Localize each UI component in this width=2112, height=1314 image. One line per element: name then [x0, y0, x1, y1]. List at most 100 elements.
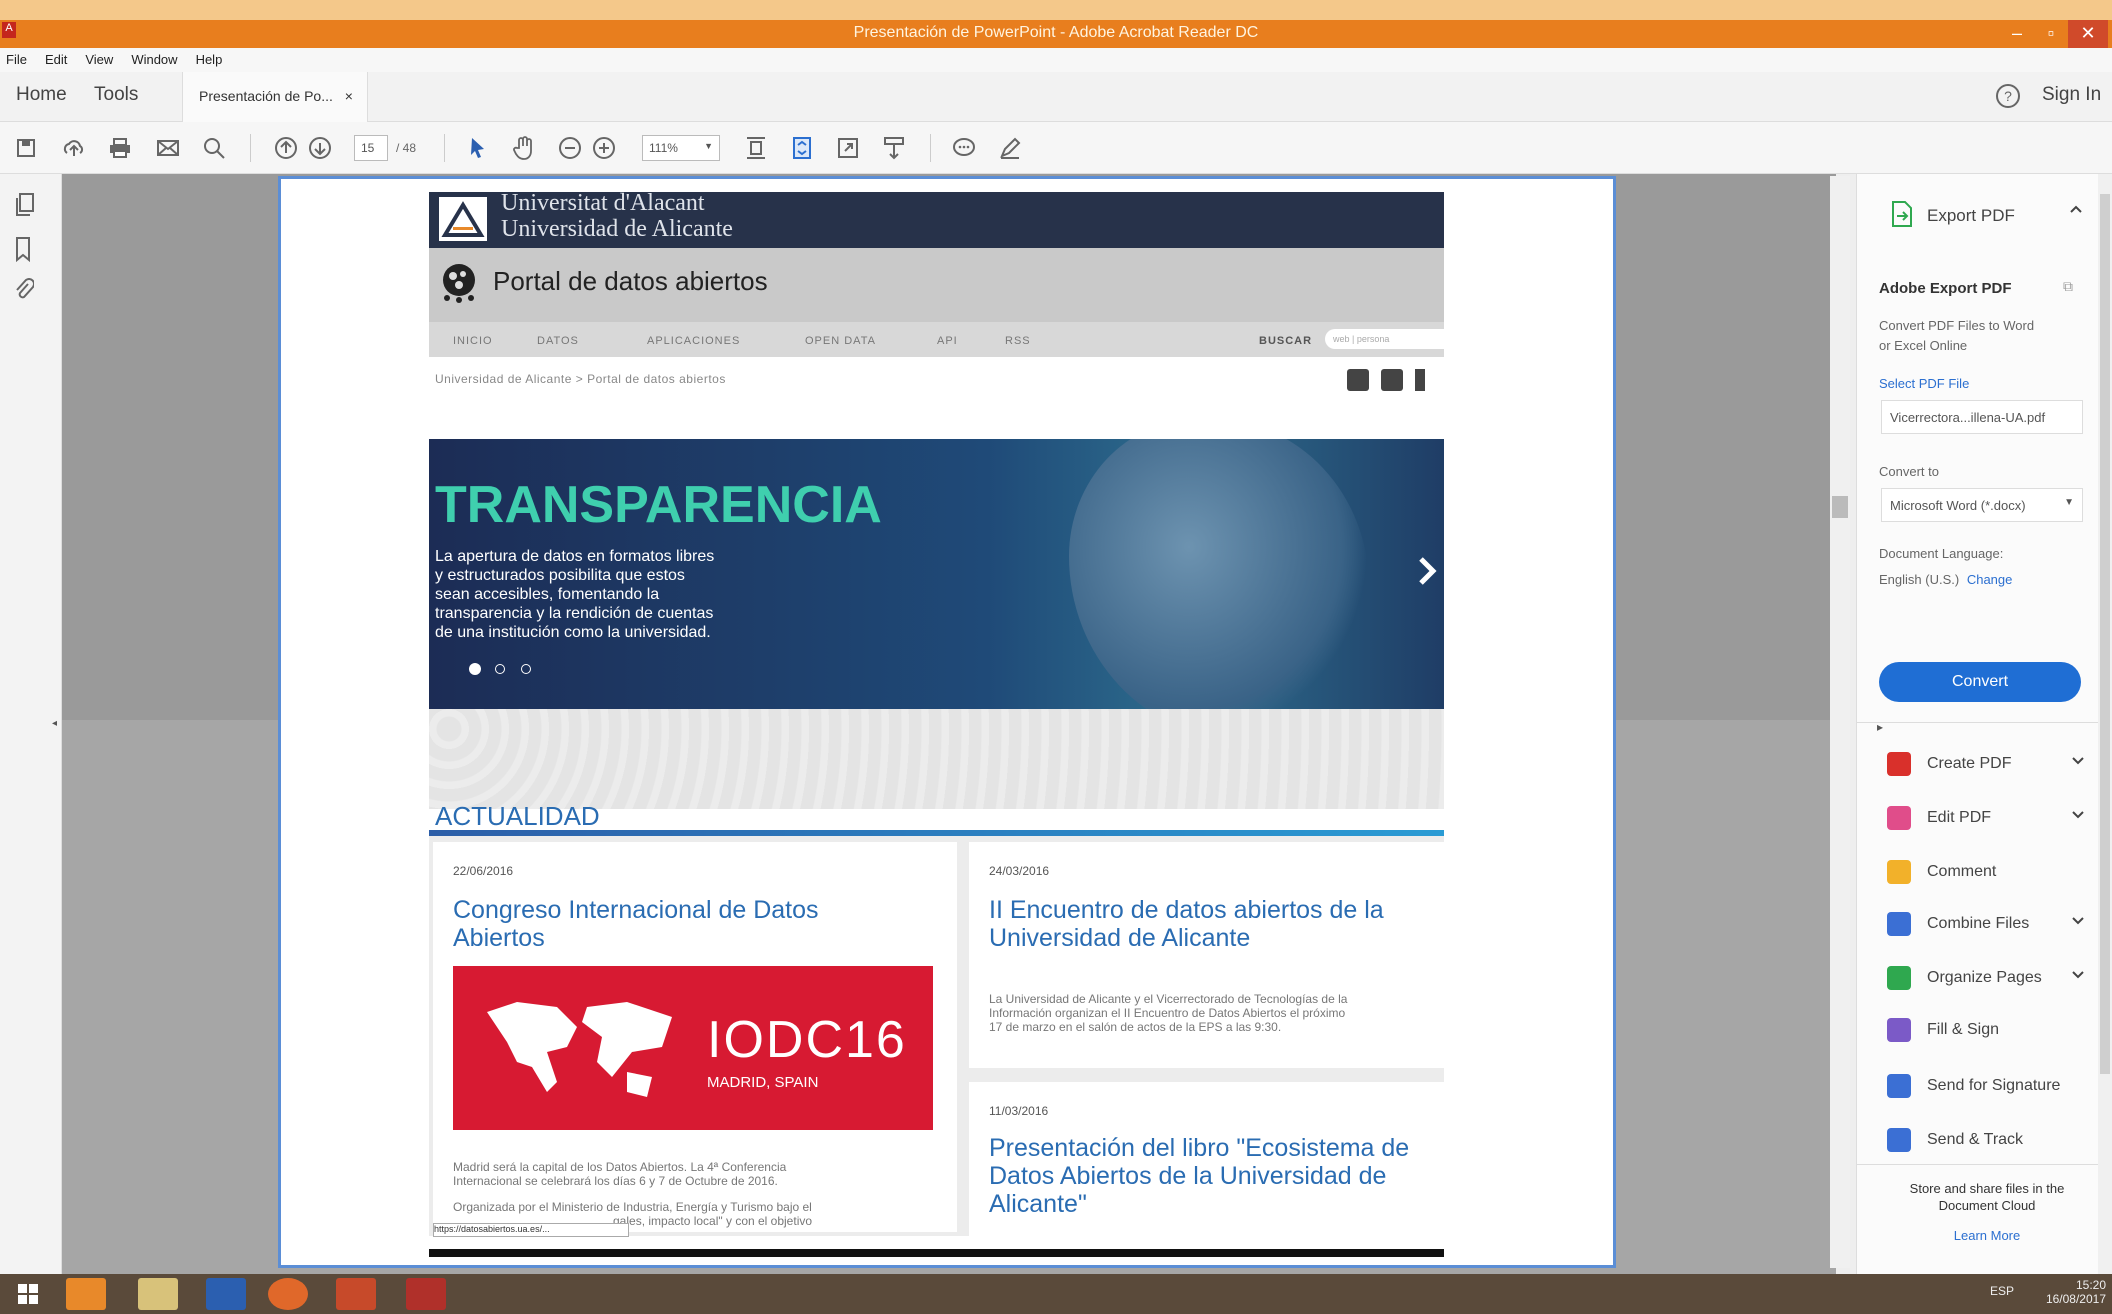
- news-card[interactable]: 11/03/2016 Presentación del libro "Ecosi…: [969, 1082, 1444, 1236]
- fit-page-icon[interactable]: [740, 132, 772, 164]
- upload-cloud-icon[interactable]: [58, 132, 90, 164]
- export-pdf-icon: [1891, 200, 1913, 228]
- tool-send-track[interactable]: Send & Track: [1857, 1122, 2112, 1162]
- print-icon[interactable]: [104, 132, 136, 164]
- nav-api[interactable]: API: [937, 335, 958, 347]
- comment-tool-icon[interactable]: [948, 132, 980, 164]
- save-icon[interactable]: [10, 132, 42, 164]
- carousel-next-arrow-icon[interactable]: [1417, 555, 1437, 587]
- hand-tool-icon[interactable]: [508, 132, 540, 164]
- carousel-dot[interactable]: [495, 664, 505, 674]
- read-mode-icon[interactable]: [878, 132, 910, 164]
- collapse-chevron-up-icon[interactable]: [2069, 204, 2083, 214]
- minimize-button[interactable]: –: [2000, 20, 2034, 48]
- zoom-in-icon[interactable]: [588, 132, 620, 164]
- collapse-left-arrow-icon[interactable]: ◂: [52, 718, 57, 729]
- scrollbar-thumb[interactable]: [1832, 496, 1848, 518]
- firefox-icon[interactable]: [268, 1278, 308, 1310]
- email-icon[interactable]: [152, 132, 184, 164]
- search-icon[interactable]: [198, 132, 230, 164]
- website-search-input[interactable]: web | persona: [1325, 329, 1444, 349]
- selected-file-field[interactable]: Vicerrectora...illena-UA.pdf: [1881, 400, 2083, 434]
- page-thumbnails-icon[interactable]: [14, 192, 42, 220]
- zoom-select[interactable]: 111% ▼: [642, 135, 720, 161]
- tool-create-pdf[interactable]: Create PDF: [1857, 746, 2112, 786]
- calendar-icon[interactable]: [1347, 369, 1369, 391]
- tool-edit-pdf[interactable]: Edit PDF: [1857, 800, 2112, 840]
- powerpoint-icon[interactable]: [336, 1278, 376, 1310]
- share-icon[interactable]: [1415, 369, 1425, 391]
- nav-inicio[interactable]: INICIO: [453, 335, 493, 347]
- windows-taskbar: ESP 15:20 16/08/2017: [0, 1274, 2112, 1314]
- input-language[interactable]: ESP: [1990, 1284, 2014, 1298]
- acrobat-taskbar-icon[interactable]: [406, 1278, 446, 1310]
- news-card[interactable]: 22/06/2016 Congreso Internacional de Dat…: [433, 842, 957, 1232]
- select-pdf-file-link[interactable]: Select PDF File: [1879, 376, 1969, 391]
- tool-comment[interactable]: Comment: [1857, 854, 2112, 894]
- pane-scrollbar[interactable]: [2098, 174, 2112, 1274]
- tool-organize-pages[interactable]: Organize Pages: [1857, 960, 2112, 1000]
- nav-open-data[interactable]: OPEN DATA: [805, 335, 876, 347]
- convert-button[interactable]: Convert: [1879, 662, 2081, 702]
- breadcrumb: Universidad de Alicante > Portal de dato…: [435, 372, 726, 386]
- learn-more-link[interactable]: Learn More: [1877, 1228, 2097, 1243]
- menu-help[interactable]: Help: [196, 52, 223, 68]
- export-pdf-title[interactable]: Export PDF: [1927, 206, 2015, 226]
- page-number-input[interactable]: 15: [354, 135, 388, 161]
- maximize-button[interactable]: ▫: [2034, 20, 2068, 48]
- carousel-dot[interactable]: [521, 664, 531, 674]
- link-status-url: https://datosabiertos.ua.es/...: [433, 1223, 629, 1237]
- sign-in-button[interactable]: Sign In: [2042, 84, 2101, 106]
- help-icon[interactable]: ?: [1996, 84, 2020, 108]
- full-screen-icon[interactable]: [832, 132, 864, 164]
- news-date: 11/03/2016: [989, 1104, 1049, 1118]
- tool-combine-files[interactable]: Combine Files: [1857, 906, 2112, 946]
- close-button[interactable]: ✕: [2068, 20, 2108, 48]
- tab-close-icon[interactable]: ×: [345, 88, 353, 104]
- iodc16-banner-image: IODC16 MADRID, SPAIN: [453, 966, 933, 1130]
- hero-carousel: TRANSPARENCIA La apertura de datos en fo…: [429, 439, 1444, 709]
- tool-fill-sign[interactable]: Fill & Sign: [1857, 1012, 2112, 1052]
- chevron-down-icon[interactable]: [2071, 970, 2085, 980]
- news-card[interactable]: 24/03/2016 II Encuentro de datos abierto…: [969, 842, 1444, 1068]
- tool-send-signature[interactable]: Send for Signature: [1857, 1068, 2112, 1108]
- nav-datos[interactable]: DATOS: [537, 335, 579, 347]
- export-info-icon[interactable]: ⧉: [2063, 278, 2081, 296]
- menu-window[interactable]: Window: [131, 52, 177, 68]
- select-cursor-icon[interactable]: [462, 132, 494, 164]
- news-title[interactable]: II Encuentro de datos abiertos de la Uni…: [989, 896, 1439, 952]
- outlook-icon[interactable]: [66, 1278, 106, 1310]
- windows-start-icon[interactable]: [8, 1278, 48, 1310]
- carousel-dot-active[interactable]: [469, 663, 481, 675]
- document-scrollbar[interactable]: [1830, 176, 1850, 1268]
- highlight-pen-icon[interactable]: [994, 132, 1026, 164]
- chevron-down-icon[interactable]: [2071, 916, 2085, 926]
- collapse-right-arrow-icon[interactable]: ▸: [1877, 720, 1883, 734]
- bookmarks-icon[interactable]: [14, 236, 42, 264]
- news-title[interactable]: Congreso Internacional de Datos Abiertos: [453, 896, 893, 952]
- next-page-icon[interactable]: [304, 132, 336, 164]
- convert-to-select[interactable]: Microsoft Word (*.docx) ▼: [1881, 488, 2083, 522]
- scrolling-mode-icon[interactable]: [786, 132, 818, 164]
- pdf-page[interactable]: Universitat d'Alacant Universidad de Ali…: [278, 176, 1616, 1268]
- tab-home[interactable]: Home: [16, 84, 67, 106]
- nav-aplicaciones[interactable]: APLICACIONES: [647, 335, 740, 347]
- attachments-icon[interactable]: [14, 278, 42, 306]
- menu-edit[interactable]: Edit: [45, 52, 67, 68]
- zoom-out-icon[interactable]: [554, 132, 586, 164]
- menu-view[interactable]: View: [85, 52, 113, 68]
- change-language-link[interactable]: Change: [1967, 572, 2013, 587]
- clock[interactable]: 15:20 16/08/2017: [2040, 1278, 2106, 1306]
- previous-page-icon[interactable]: [270, 132, 302, 164]
- twitter-icon[interactable]: [1381, 369, 1403, 391]
- nav-rss[interactable]: RSS: [1005, 335, 1031, 347]
- chevron-down-icon[interactable]: [2071, 810, 2085, 820]
- tab-tools[interactable]: Tools: [94, 84, 138, 106]
- file-explorer-icon[interactable]: [138, 1278, 178, 1310]
- chevron-down-icon[interactable]: [2071, 756, 2085, 766]
- pane-scrollbar-thumb[interactable]: [2100, 194, 2110, 1074]
- news-title[interactable]: Presentación del libro "Ecosistema de Da…: [989, 1134, 1439, 1218]
- menu-file[interactable]: File: [6, 52, 27, 68]
- store-icon[interactable]: [206, 1278, 246, 1310]
- tab-document[interactable]: Presentación de Po... ×: [182, 72, 368, 122]
